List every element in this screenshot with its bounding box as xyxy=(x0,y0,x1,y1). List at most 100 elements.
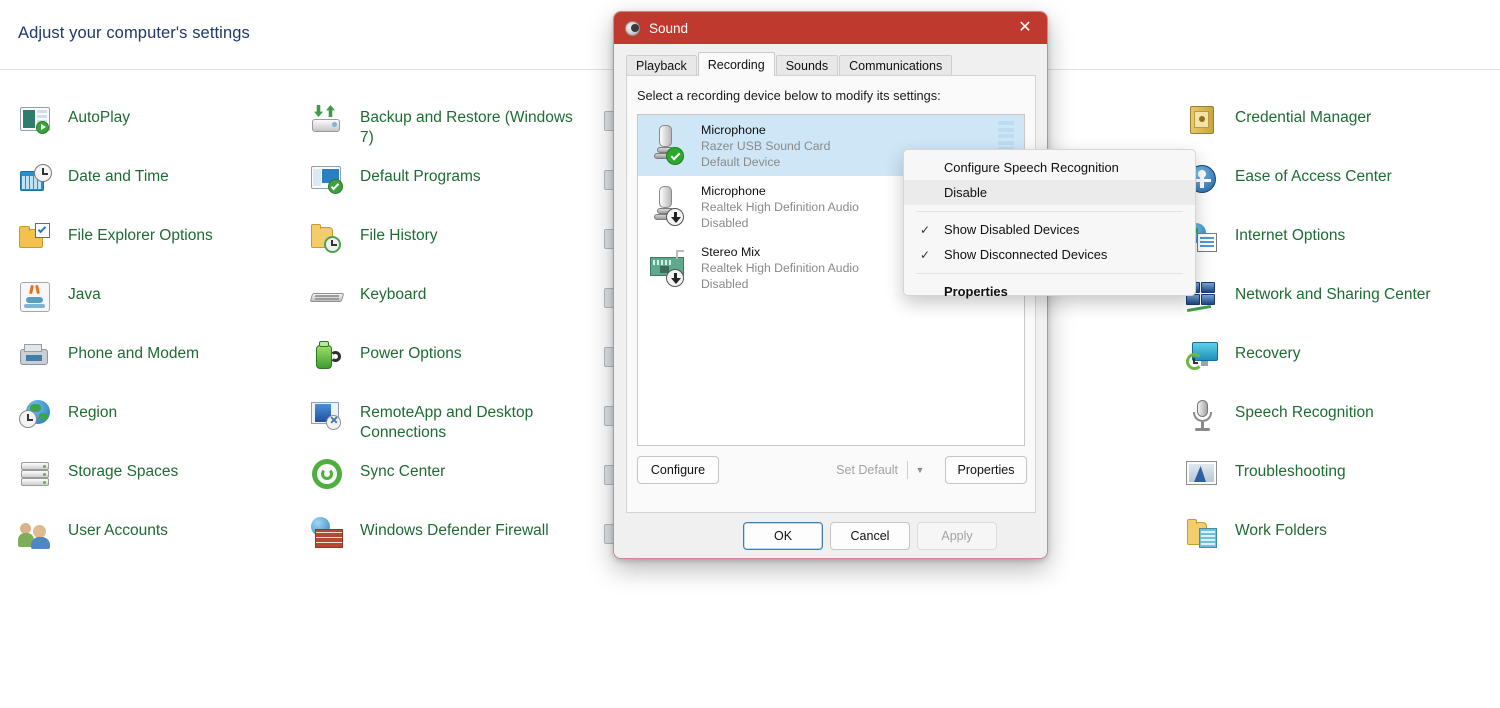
speech-recognition-icon xyxy=(1185,398,1221,434)
control-panel-item-label: Network and Sharing Center xyxy=(1235,286,1431,303)
menu-item-label: Disable xyxy=(944,185,987,200)
control-panel-item[interactable]: Recovery xyxy=(1185,337,1475,396)
control-panel-item[interactable]: Date and Time xyxy=(18,160,308,219)
tab-communications[interactable]: Communications xyxy=(839,55,953,76)
tab-strip: Playback Recording Sounds Communications xyxy=(626,52,1047,76)
menu-item-label: Properties xyxy=(944,284,1008,299)
control-panel-item[interactable]: Ease of Access Center xyxy=(1185,160,1475,219)
control-panel-item[interactable]: Internet Options xyxy=(1185,219,1475,278)
control-panel-item[interactable]: Troubleshooting xyxy=(1185,455,1475,514)
control-panel-item-label: Storage Spaces xyxy=(68,463,179,480)
control-panel-item[interactable]: Speech Recognition xyxy=(1185,396,1475,455)
device-status: Default Device xyxy=(701,154,781,169)
recovery-icon xyxy=(1185,339,1221,375)
close-icon[interactable]: ✕ xyxy=(1003,12,1047,44)
cancel-button[interactable]: Cancel xyxy=(830,522,910,550)
power-options-icon xyxy=(310,339,346,375)
control-panel-item[interactable]: File History xyxy=(310,219,600,278)
check-icon: ✓ xyxy=(920,247,931,262)
file-history-icon xyxy=(310,221,346,257)
set-default-label: Set Default xyxy=(836,463,898,477)
sync-center-icon xyxy=(310,457,346,493)
menu-item-label: Show Disconnected Devices xyxy=(944,247,1108,262)
control-panel-item-label: Internet Options xyxy=(1235,227,1346,244)
tab-sounds[interactable]: Sounds xyxy=(775,55,839,76)
down-arrow-badge xyxy=(666,268,684,287)
control-panel-item[interactable]: File Explorer Options xyxy=(18,219,308,278)
troubleshooting-icon xyxy=(1185,457,1221,493)
phone-and-modem-icon xyxy=(18,339,54,375)
user-accounts-icon xyxy=(18,516,54,552)
control-panel-item[interactable]: RemoteApp and Desktop Connections xyxy=(310,396,600,455)
dialog-title-bar: Sound ✕ xyxy=(614,12,1047,44)
menu-separator xyxy=(916,211,1183,212)
control-panel-item-label: Default Programs xyxy=(360,168,481,185)
speaker-icon xyxy=(625,20,640,36)
page-title: Adjust your computer's settings xyxy=(18,24,250,42)
tab-playback[interactable]: Playback xyxy=(626,55,697,76)
menu-item-show-disconnected-devices[interactable]: ✓ Show Disconnected Devices xyxy=(904,242,1195,267)
date-and-time-icon xyxy=(18,162,54,198)
region-icon xyxy=(18,398,54,434)
device-name: Microphone xyxy=(701,183,766,198)
apply-button[interactable]: Apply xyxy=(917,522,997,550)
control-panel-column-1: AutoPlay Date and Time File Explorer Optio… xyxy=(18,101,308,573)
device-name: Microphone xyxy=(701,122,766,137)
control-panel-item[interactable]: Sync Center xyxy=(310,455,600,514)
control-panel-item[interactable]: Java xyxy=(18,278,308,337)
default-programs-icon xyxy=(310,162,346,198)
menu-item-configure-speech-recognition[interactable]: Configure Speech Recognition xyxy=(904,155,1195,180)
device-driver: Realtek High Definition Audio xyxy=(701,260,859,275)
menu-item-disable[interactable]: Disable xyxy=(904,180,1195,205)
windows-defender-firewall-icon xyxy=(310,516,346,552)
remoteapp-icon xyxy=(310,398,346,434)
device-action-buttons: Configure Set Default ▼ Properties xyxy=(637,456,1027,484)
control-panel-item[interactable]: Network and Sharing Center xyxy=(1185,278,1475,337)
menu-item-label: Show Disabled Devices xyxy=(944,222,1080,237)
menu-item-properties[interactable]: Properties xyxy=(904,279,1195,304)
dialog-title: Sound xyxy=(649,20,689,36)
control-panel-item-label: Keyboard xyxy=(360,286,427,303)
control-panel-item-label: Phone and Modem xyxy=(68,345,199,362)
control-panel-item[interactable]: Backup and Restore (Windows 7) xyxy=(310,101,600,160)
control-panel-item-label: Region xyxy=(68,404,118,421)
level-meter xyxy=(998,121,1014,151)
control-panel-item[interactable]: Storage Spaces xyxy=(18,455,308,514)
control-panel-item-label: File History xyxy=(360,227,438,244)
control-panel-item[interactable]: Windows Defender Firewall xyxy=(310,514,600,573)
keyboard-icon xyxy=(309,280,346,316)
menu-item-label: Configure Speech Recognition xyxy=(944,160,1119,175)
tab-recording[interactable]: Recording xyxy=(697,52,775,76)
menu-item-show-disabled-devices[interactable]: ✓ Show Disabled Devices xyxy=(904,217,1195,242)
context-menu[interactable]: Configure Speech Recognition Disable ✓ Show… xyxy=(903,149,1196,299)
control-panel-item[interactable]: Power Options xyxy=(310,337,600,396)
control-panel-item[interactable]: Credential Manager xyxy=(1185,101,1475,160)
control-panel-item[interactable]: Default Programs xyxy=(310,160,600,219)
credential-manager-icon xyxy=(1185,103,1221,139)
control-panel-item[interactable]: Keyboard xyxy=(309,278,600,337)
control-panel-item[interactable]: Work Folders xyxy=(1185,514,1475,573)
panel-hint: Select a recording device below to modif… xyxy=(637,88,941,103)
down-arrow-badge xyxy=(666,207,684,226)
control-panel-item[interactable]: Phone and Modem xyxy=(18,337,308,396)
ok-button[interactable]: OK xyxy=(743,522,823,550)
control-panel-item-label: Date and Time xyxy=(68,168,169,185)
storage-spaces-icon xyxy=(18,457,54,493)
control-panel-item[interactable]: User Accounts xyxy=(18,514,308,573)
sound-card-icon xyxy=(648,245,692,291)
control-panel-item-label: RemoteApp and Desktop Connections xyxy=(360,404,534,441)
control-panel-column-5: Credential Manager Ease of Access Center I… xyxy=(1185,101,1475,573)
backup-and-restore-icon xyxy=(310,103,346,139)
set-default-split-button[interactable]: Set Default ▼ xyxy=(827,456,932,484)
control-panel-item[interactable]: Region xyxy=(18,396,308,455)
control-panel-item[interactable]: AutoPlay xyxy=(18,101,308,160)
properties-button[interactable]: Properties xyxy=(945,456,1027,484)
check-icon: ✓ xyxy=(920,222,931,237)
chevron-down-icon[interactable]: ▼ xyxy=(908,456,932,484)
device-name: Stereo Mix xyxy=(701,244,761,259)
control-panel-item-label: Java xyxy=(68,286,101,303)
configure-button[interactable]: Configure xyxy=(637,456,719,484)
control-panel-item-label: Backup and Restore (Windows 7) xyxy=(360,109,573,146)
java-icon xyxy=(18,280,54,316)
control-panel-item-label: Ease of Access Center xyxy=(1235,168,1392,185)
